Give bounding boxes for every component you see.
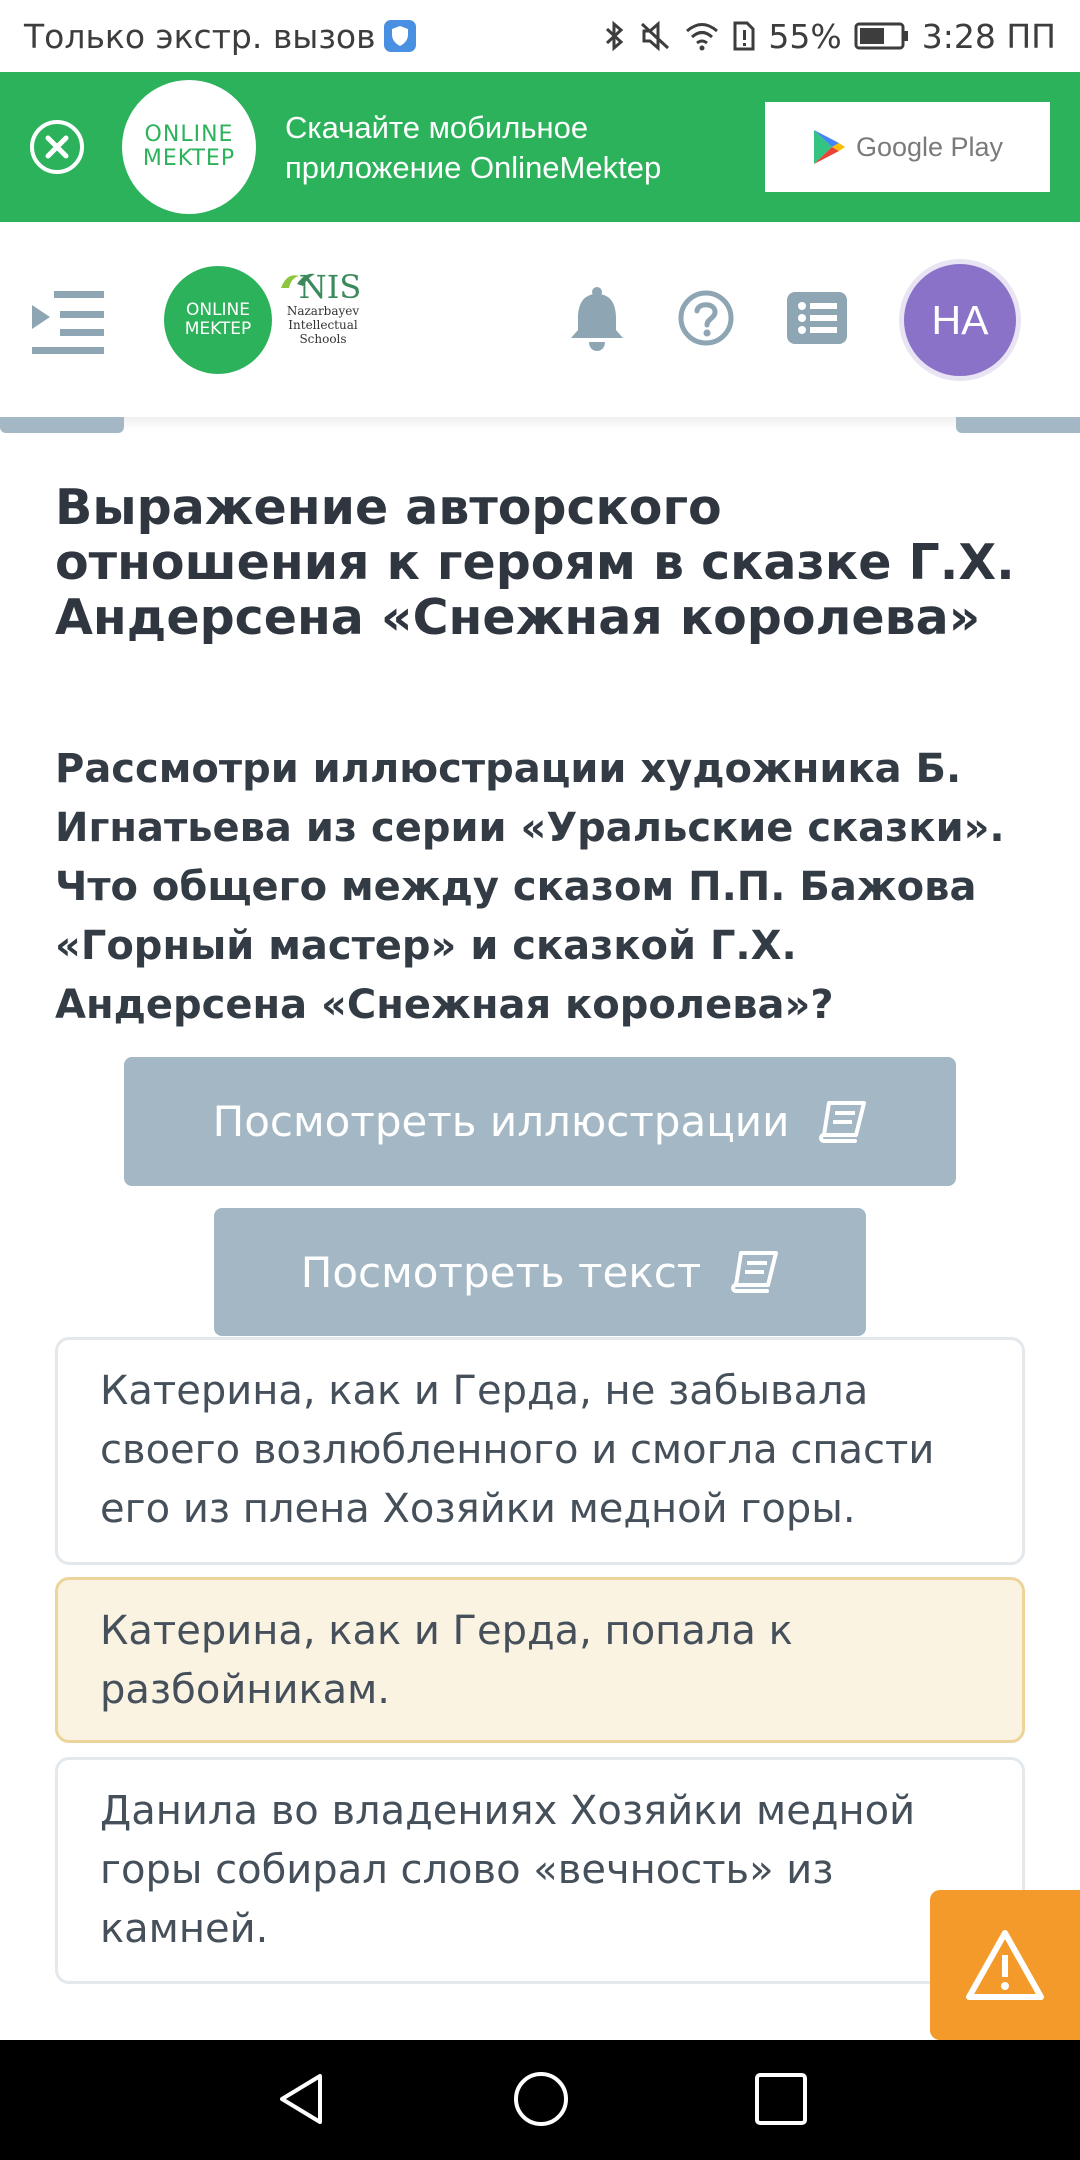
view-illustrations-button[interactable]: Посмотреть иллюстрации	[124, 1057, 956, 1186]
nis-line1: Nazarbayev	[286, 304, 360, 318]
avatar[interactable]: НА	[899, 259, 1021, 381]
shield-icon	[383, 20, 416, 52]
battery-percent: 55%	[768, 16, 842, 56]
banner-close-button[interactable]	[30, 120, 84, 174]
nis-line2: Intellectual	[288, 318, 358, 332]
online-mektep-header-logo[interactable]: ONLINE MEKTEP	[164, 266, 272, 374]
report-problem-button[interactable]	[930, 1890, 1080, 2040]
header-logo-line1: ONLINE	[185, 300, 251, 320]
menu-icon[interactable]	[30, 287, 106, 357]
answer-option-2-selected[interactable]: Катерина, как и Герда, попала к разбойни…	[55, 1577, 1025, 1743]
prev-tab-handle[interactable]	[0, 417, 124, 433]
google-play-icon	[813, 130, 845, 164]
wifi-icon	[686, 23, 719, 51]
system-nav-bar	[0, 2040, 1080, 2160]
home-icon[interactable]	[510, 2068, 572, 2130]
question-text: Рассмотри иллюстрации художника Б. Игнат…	[55, 746, 1005, 1028]
status-bar: Только экстр. вызов 55% 3:28 ПП	[0, 0, 1080, 72]
bluetooth-icon	[606, 20, 624, 52]
banner-logo-line2: MEKTEP	[142, 146, 236, 171]
next-tab-handle[interactable]	[956, 417, 1080, 433]
status-right: 55% 3:28 ПП	[604, 17, 1056, 56]
view-text-button[interactable]: Посмотреть текст	[214, 1208, 866, 1336]
close-icon	[45, 135, 69, 159]
recent-apps-icon[interactable]	[752, 2070, 810, 2128]
banner-logo-line1: ONLINE	[144, 122, 234, 147]
app-header: ONLINE MEKTEP NIS Nazarbayev Intellectua…	[0, 222, 1080, 417]
online-mektep-logo: ONLINE MEKTEP	[122, 80, 256, 214]
book-icon	[819, 1100, 867, 1143]
google-play-button[interactable]: Google Play	[765, 102, 1050, 192]
app-download-banner: ONLINE MEKTEP Скачайте мобильное приложе…	[0, 72, 1080, 222]
carrier-text: Только экстр. вызов	[24, 16, 376, 56]
header-logo-line2: MEKTEP	[184, 319, 252, 339]
sim-alert-icon	[733, 21, 755, 51]
book-icon	[731, 1251, 779, 1293]
page-title: Выражение авторского отношения к героям …	[55, 479, 1015, 646]
nis-logo: NIS Nazarbayev Intellectual Schools	[277, 270, 369, 370]
battery-icon	[854, 22, 908, 50]
status-left: Только экстр. вызов	[24, 17, 416, 56]
bell-icon[interactable]	[568, 286, 626, 352]
answer-option-1[interactable]: Катерина, как и Герда, не забывала своег…	[55, 1337, 1025, 1565]
nis-leaf-icon	[281, 273, 315, 288]
google-play-label: Google Play	[855, 131, 1004, 162]
view-text-label: Посмотреть текст	[300, 1247, 702, 1297]
help-icon[interactable]	[677, 289, 735, 347]
back-icon[interactable]	[270, 2068, 332, 2130]
view-illustrations-label: Посмотреть иллюстрации	[212, 1097, 790, 1146]
warning-icon	[966, 1930, 1044, 2000]
clock: 3:28 ПП	[921, 16, 1056, 56]
mute-icon	[641, 20, 670, 52]
list-icon[interactable]	[787, 292, 847, 344]
answer-option-3[interactable]: Данила во владениях Хозяйки медной горы …	[55, 1757, 1025, 1984]
banner-text: Скачайте мобильное приложение OnlineMekt…	[285, 110, 662, 185]
nis-line3: Schools	[299, 332, 347, 346]
